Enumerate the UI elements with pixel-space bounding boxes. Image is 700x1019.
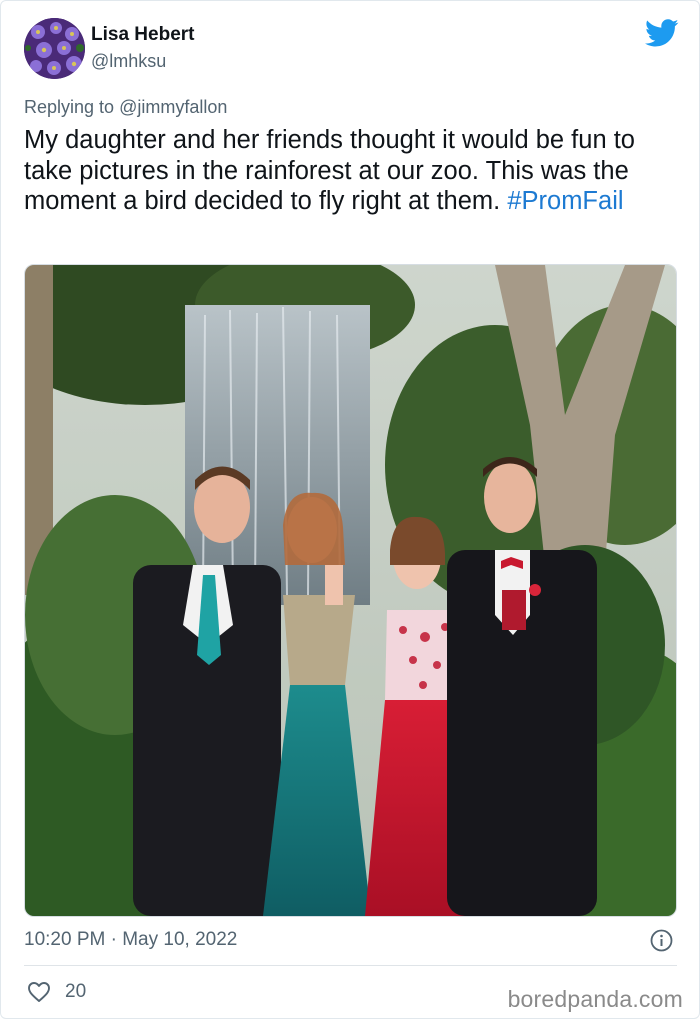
separator: ·: [110, 929, 117, 950]
watermark: boredpanda.com: [507, 986, 683, 1012]
author-handle[interactable]: @lmhksu: [91, 51, 166, 72]
tweet-text: My daughter and her friends thought it w…: [24, 125, 684, 217]
twitter-bird-icon[interactable]: [645, 19, 679, 49]
heart-icon[interactable]: [27, 981, 51, 1003]
date: May 10, 2022: [122, 929, 238, 950]
reply-context: Replying to @jimmyfallon: [24, 97, 227, 118]
info-icon[interactable]: [650, 929, 673, 952]
hashtag-link[interactable]: #PromFail: [507, 187, 623, 215]
reply-mention-link[interactable]: @jimmyfallon: [119, 97, 227, 117]
like-count: 20: [65, 981, 87, 1002]
tweet-photo[interactable]: [24, 264, 677, 917]
author-name[interactable]: Lisa Hebert: [91, 24, 194, 46]
divider: [24, 965, 677, 966]
tweet-card: Lisa Hebert @lmhksu Replying to @jimmyfa…: [0, 0, 700, 1019]
avatar[interactable]: [24, 18, 85, 79]
reply-prefix: Replying to: [24, 97, 115, 117]
timestamp[interactable]: 10:20 PM · May 10, 2022: [24, 929, 237, 951]
time: 10:20 PM: [24, 929, 106, 950]
